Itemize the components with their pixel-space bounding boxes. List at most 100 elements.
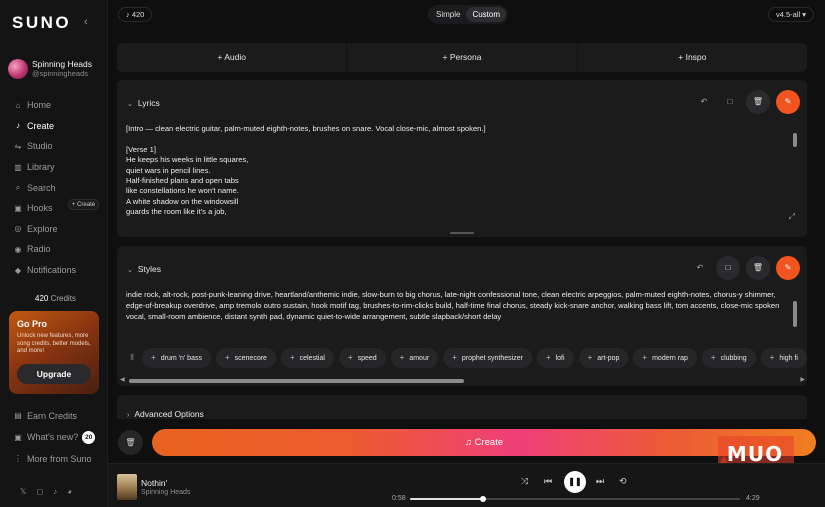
expand-icon[interactable]: ⤢ (789, 212, 795, 222)
x-icon[interactable]: 𝕏 (20, 487, 26, 496)
scroll-left-icon[interactable]: ◀ (120, 376, 125, 383)
credits-amount: 420 (35, 294, 49, 303)
magic-wand-icon[interactable]: ✎ (776, 256, 800, 280)
lyrics-scrollbar[interactable] (793, 133, 797, 147)
style-tag[interactable]: + clubbing (701, 348, 756, 368)
mode-simple-button[interactable]: Simple (430, 7, 466, 22)
hooks-create-button[interactable]: + Create (68, 199, 99, 210)
model-version-value: v4.5-all (776, 10, 801, 19)
seek-bar[interactable] (410, 496, 740, 502)
undo-icon[interactable]: ↶ (694, 92, 714, 112)
magic-wand-icon[interactable]: ✎ (776, 90, 800, 114)
tiktok-icon[interactable]: ♪ (53, 487, 57, 496)
plus-icon: + (769, 353, 775, 362)
plus-icon: + (224, 353, 230, 362)
scroll-right-icon[interactable]: ▶ (800, 376, 805, 383)
discord-icon[interactable]: ◕ (67, 487, 72, 496)
resize-handle[interactable] (450, 232, 474, 234)
advanced-options-toggle[interactable]: › Advanced Options (127, 409, 204, 419)
sidebar-item-create[interactable]: ♪ Create (13, 116, 76, 137)
style-tag[interactable]: + prophet synthesizer (443, 348, 532, 368)
earn-credits-link[interactable]: ▤ Earn Credits (13, 405, 95, 427)
style-tags: ⫴ + drum 'n' bass + scenecore + celestial +… (127, 347, 807, 369)
music-note-icon: ♫ (464, 437, 475, 448)
styles-header[interactable]: ⌄ Styles (127, 264, 161, 274)
go-pro-card: Go Pro Unlock new features, more song cr… (9, 311, 99, 394)
clear-button[interactable]: 🗑 (118, 430, 143, 455)
trash-icon[interactable]: 🗑 (746, 256, 770, 280)
sidebar-item-library[interactable]: ▥ Library (13, 157, 76, 178)
sidebar-item-label: Radio (27, 244, 51, 255)
previous-icon[interactable]: ⏮ (544, 476, 552, 487)
model-version-select[interactable]: v4.5-all ▾ (768, 7, 815, 22)
lyrics-panel: ⌄ Lyrics ↶ □ 🗑 ✎ [Intro — clean electric … (117, 80, 807, 237)
add-inspo-button[interactable]: + Inspo (578, 43, 807, 72)
trash-icon[interactable]: 🗑 (746, 90, 770, 114)
whats-new-link[interactable]: ▣ What's new? 20 (13, 427, 96, 449)
credits-counter: 420 Credits (35, 294, 76, 303)
style-tag[interactable]: + celestial (280, 348, 334, 368)
music-note-icon: ♪ (16, 121, 20, 131)
plus-icon: + (399, 353, 405, 362)
sidebar-item-search[interactable]: ⌕ Search (13, 177, 76, 198)
add-bar: + Audio + Persona + Inspo (117, 43, 807, 72)
shuffle-icon[interactable]: ⤨ (521, 476, 528, 487)
style-tag[interactable]: + high fi (760, 348, 807, 368)
seek-progress (410, 498, 483, 500)
sidebar: SUNO ‹ Spinning Heads @spinningheads ⌂ Ho… (0, 0, 108, 507)
instagram-icon[interactable]: ◻ (36, 487, 43, 496)
style-tag[interactable]: + speed (338, 348, 386, 368)
add-audio-button[interactable]: + Audio (117, 43, 348, 72)
copy-icon[interactable]: □ (716, 256, 740, 280)
style-tag-label: high fi (779, 355, 798, 362)
next-icon[interactable]: ⏭ (596, 476, 604, 487)
profile[interactable]: Spinning Heads @spinningheads (8, 59, 92, 79)
tags-scrollbar[interactable] (129, 379, 464, 383)
song-count-chip[interactable]: ♪ 420 (118, 7, 153, 22)
track-title[interactable]: Nothin' (141, 478, 167, 488)
sidebar-item-studio[interactable]: ⇋ Studio (13, 136, 76, 157)
seek-handle[interactable] (479, 496, 486, 502)
style-tag[interactable]: + amour (390, 348, 439, 368)
whats-new-icon: ▣ (14, 432, 22, 442)
more-icon: ⋮ (14, 454, 22, 464)
add-persona-button[interactable]: + Persona (347, 43, 578, 72)
suno-logo[interactable]: SUNO (12, 13, 71, 33)
sidebar-footer: ▤ Earn Credits ▣ What's new? 20 ⋮ More from … (13, 405, 96, 470)
advanced-options-title: Advanced Options (134, 409, 204, 419)
style-tag[interactable]: + art-pop (578, 348, 629, 368)
sidebar-item-label: Library (27, 162, 55, 173)
sidebar-item-notifications[interactable]: ◆ Notifications (13, 260, 76, 281)
track-cover[interactable] (117, 474, 137, 500)
repeat-icon[interactable]: ⟲ (619, 476, 627, 487)
style-tag[interactable]: + drum 'n' bass (142, 348, 211, 368)
undo-icon[interactable]: ↶ (690, 258, 710, 278)
tags-filter-icon[interactable]: ⫴ (127, 353, 137, 363)
mode-custom-button[interactable]: Custom (466, 7, 507, 22)
styles-scrollbar[interactable] (793, 301, 797, 327)
plus-icon: + (442, 52, 450, 62)
style-tag[interactable]: + lofi (536, 348, 574, 368)
track-artist[interactable]: Spinning Heads (141, 489, 190, 496)
sidebar-item-radio[interactable]: ◉ Radio (13, 239, 76, 260)
sidebar-item-explore[interactable]: ◎ Explore (13, 219, 76, 240)
style-tag[interactable]: + scenecore (215, 348, 276, 368)
plus-icon: + (289, 353, 295, 362)
copy-icon[interactable]: □ (720, 92, 740, 112)
style-tag[interactable]: + modern rap (633, 348, 697, 368)
avatar (8, 59, 28, 79)
style-tag-label: drum 'n' bass (160, 355, 202, 362)
lyrics-line (126, 134, 776, 144)
sidebar-item-hooks[interactable]: ▣ Hooks (13, 198, 76, 219)
sidebar-item-home[interactable]: ⌂ Home (13, 95, 76, 116)
more-from-suno-link[interactable]: ⋮ More from Suno (13, 448, 95, 470)
lyrics-line: He keeps his weeks in little squares, (126, 155, 249, 165)
sidebar-item-label: Search (27, 182, 56, 193)
styles-textarea[interactable]: indie rock, alt-rock, post-punk-leaning … (126, 290, 786, 322)
chevron-left-icon[interactable]: ‹ (84, 16, 88, 28)
lyrics-textarea[interactable]: [Intro — clean electric guitar, palm-mut… (126, 124, 776, 226)
pause-button[interactable]: ❚❚ (564, 471, 586, 493)
plus-icon: + (710, 353, 716, 362)
upgrade-button[interactable]: Upgrade (17, 364, 91, 384)
lyrics-header[interactable]: ⌄ Lyrics (127, 98, 160, 108)
